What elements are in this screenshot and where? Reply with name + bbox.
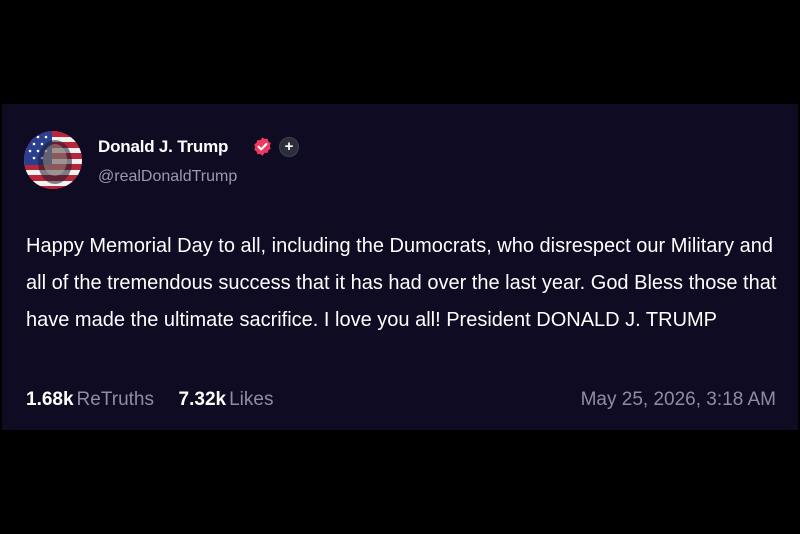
user-handle[interactable]: @realDonaldTrump	[98, 168, 237, 186]
avatar[interactable]	[24, 131, 82, 189]
plus-icon: +	[279, 137, 299, 157]
retruths-count: 1.68k	[26, 389, 74, 410]
likes-count: 7.32k	[178, 389, 227, 410]
post-timestamp[interactable]: May 25, 2026, 3:18 AM	[581, 389, 776, 411]
flag-portrait-avatar-icon	[24, 131, 82, 189]
post-text: Happy Memorial Day to all, including the…	[26, 235, 777, 331]
retruths-label: ReTruths	[76, 389, 154, 410]
likes-label: Likes	[229, 389, 274, 410]
retruths-stat[interactable]: 1.68k ReTruths	[26, 389, 159, 410]
display-name[interactable]: Donald J. Trump	[98, 137, 228, 157]
post-card: Donald J. Trump + @realDonaldTrump Happy…	[2, 104, 798, 430]
likes-stat[interactable]: 7.32k Likes	[179, 389, 274, 410]
verified-check-icon	[254, 137, 271, 156]
post-stats: 1.68k ReTruths 7.32k Likes	[26, 389, 273, 411]
